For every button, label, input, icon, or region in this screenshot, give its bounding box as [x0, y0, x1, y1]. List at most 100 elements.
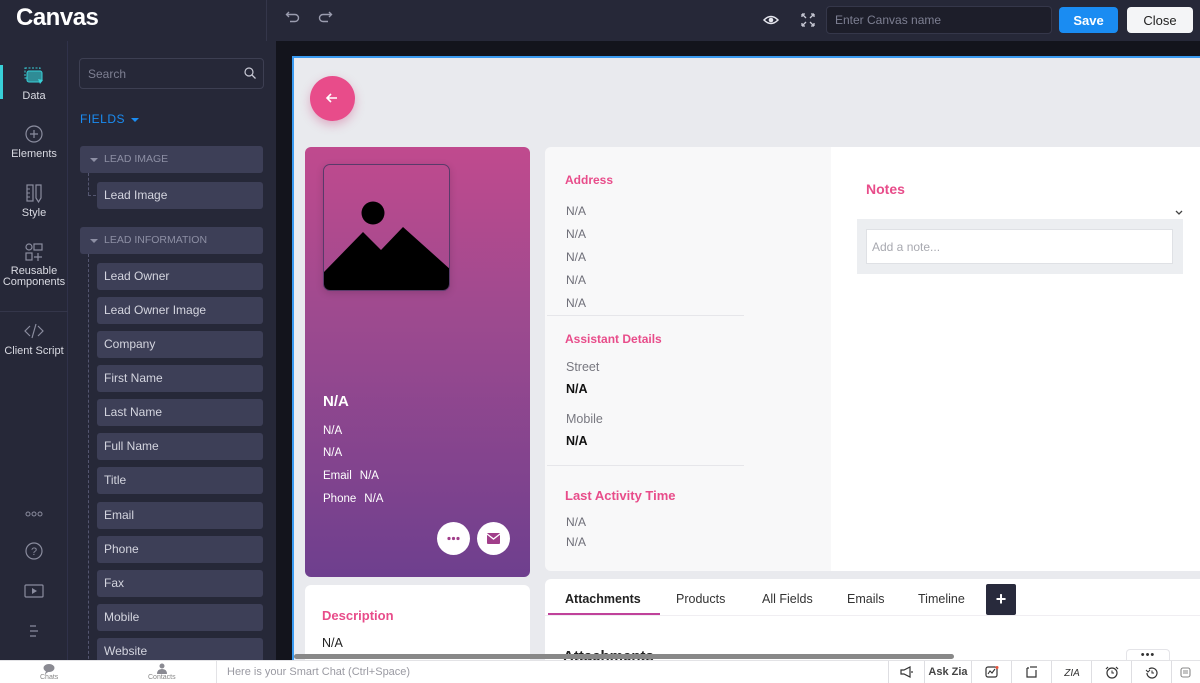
field-fax[interactable]: Fax: [97, 570, 263, 597]
tree-connector: [88, 195, 96, 196]
more-actions-button[interactable]: [437, 522, 470, 555]
zia-button[interactable]: ZIA: [1051, 661, 1091, 683]
field-company[interactable]: Company: [97, 331, 263, 358]
field-email[interactable]: Email: [97, 502, 263, 529]
rail-item-reusable-components[interactable]: Reusable Components: [0, 241, 68, 288]
tab-attachments[interactable]: Attachments: [565, 592, 641, 606]
attachments-more-button[interactable]: •••: [1126, 649, 1170, 660]
save-button[interactable]: Save: [1059, 7, 1118, 33]
arrow-left-icon: [325, 93, 337, 103]
field-phone[interactable]: Phone: [97, 536, 263, 563]
last-activity-line: N/A: [566, 535, 587, 549]
back-button[interactable]: [310, 76, 355, 121]
video-button[interactable]: [0, 584, 68, 603]
svg-text:?: ?: [31, 546, 37, 558]
caret-down-icon: [131, 117, 140, 122]
rail-item-data[interactable]: Data: [0, 65, 68, 102]
more-button[interactable]: [0, 505, 68, 523]
mobile-value: N/A: [566, 434, 588, 448]
close-button[interactable]: Close: [1127, 7, 1193, 33]
insights-button[interactable]: [971, 661, 1011, 683]
rail-label: Elements: [11, 148, 57, 160]
email-value: N/A: [359, 470, 379, 482]
profile-card: N/A N/A N/A Email N/A Phone N/A: [305, 147, 530, 577]
address-line: N/A: [566, 227, 587, 241]
add-note-input[interactable]: [866, 229, 1173, 264]
field-last-name[interactable]: Last Name: [97, 399, 263, 426]
undo-button[interactable]: [283, 10, 303, 30]
phone-label: Phone: [323, 493, 357, 505]
notes-title: Notes: [866, 181, 905, 197]
chats-button[interactable]: Chats: [40, 663, 58, 681]
tab-timeline[interactable]: Timeline: [918, 592, 965, 606]
field-title[interactable]: Title: [97, 467, 263, 494]
lead-image-placeholder[interactable]: [323, 164, 450, 291]
menu-button[interactable]: [0, 624, 68, 643]
field-lead-owner[interactable]: Lead Owner: [97, 263, 263, 290]
address-line: N/A: [566, 250, 587, 264]
search-input[interactable]: [80, 59, 240, 88]
email-label: Email: [323, 470, 352, 482]
notes-tool-button[interactable]: [1011, 661, 1051, 683]
tab-emails[interactable]: Emails: [847, 592, 885, 606]
ruler-pencil-icon: [26, 184, 42, 204]
field-lead-owner-image[interactable]: Lead Owner Image: [97, 297, 263, 324]
search-icon[interactable]: [243, 66, 257, 80]
group-lead-image[interactable]: LEAD IMAGE: [80, 146, 263, 173]
fields-dropdown[interactable]: FIELDS: [80, 112, 140, 126]
field-mobile[interactable]: Mobile: [97, 604, 263, 631]
chats-label: Chats: [40, 674, 59, 681]
horizontal-scrollbar[interactable]: [294, 654, 954, 659]
field-first-name[interactable]: First Name: [97, 365, 263, 392]
field-website[interactable]: Website: [97, 638, 263, 660]
related-lists-card: Attachments Products All Fields Emails T…: [545, 579, 1200, 660]
ask-zia-button[interactable]: Ask Zia: [924, 661, 971, 683]
description-card: Description N/A: [305, 585, 530, 660]
tab-all-fields[interactable]: All Fields: [762, 592, 813, 606]
canvas-name-input[interactable]: [826, 6, 1052, 34]
profile-email: Email N/A: [323, 470, 379, 482]
code-icon: [24, 323, 44, 339]
field-lead-image[interactable]: Lead Image: [97, 182, 263, 209]
chevron-down-icon[interactable]: [1174, 209, 1184, 217]
image-icon: [324, 201, 449, 290]
add-tab-button[interactable]: +: [986, 584, 1016, 615]
rail-item-style[interactable]: Style: [0, 182, 68, 219]
tree-connector: [88, 173, 89, 195]
rail-item-client-script[interactable]: Client Script: [0, 320, 68, 357]
collapse-icon: [90, 158, 98, 162]
redo-button[interactable]: [315, 10, 335, 30]
copy-button[interactable]: [1171, 661, 1200, 683]
copy-icon: [1180, 667, 1191, 678]
menu-icon: [30, 625, 38, 637]
plus-circle-icon: [25, 125, 43, 143]
field-full-name[interactable]: Full Name: [97, 433, 263, 460]
announcement-button[interactable]: [888, 661, 924, 683]
more-icon: [25, 511, 43, 517]
send-email-button[interactable]: [477, 522, 510, 555]
street-value: N/A: [566, 382, 588, 396]
group-label: LEAD INFORMATION: [104, 234, 208, 246]
fields-panel: FIELDS LEAD IMAGE Lead Image LEAD INFORM…: [68, 41, 276, 660]
app-logo: Canvas: [16, 4, 99, 31]
contacts-label: Contacts: [148, 674, 176, 681]
tab-products[interactable]: Products: [676, 592, 725, 606]
mail-icon: [486, 533, 501, 544]
notes-icon: [1025, 666, 1037, 678]
fullscreen-button[interactable]: [797, 9, 819, 31]
smart-chat-input[interactable]: Here is your Smart Chat (Ctrl+Space): [216, 661, 886, 683]
last-activity-line: N/A: [566, 515, 587, 529]
alarm-icon: [1105, 666, 1118, 679]
canvas-stage: N/A N/A N/A Email N/A Phone N/A Descriptio…: [276, 41, 1200, 660]
lead-name: N/A: [323, 393, 349, 410]
reminders-button[interactable]: [1091, 661, 1131, 683]
rail-item-elements[interactable]: Elements: [0, 123, 68, 160]
history-button[interactable]: [1131, 661, 1171, 683]
group-lead-information[interactable]: LEAD INFORMATION: [80, 227, 263, 254]
components-icon: [25, 243, 43, 261]
rail-label: Data: [22, 90, 46, 102]
assistant-title: Assistant Details: [565, 332, 662, 346]
preview-button[interactable]: [760, 9, 782, 31]
help-button[interactable]: ?: [0, 541, 68, 566]
contacts-button[interactable]: Contacts: [148, 663, 176, 681]
